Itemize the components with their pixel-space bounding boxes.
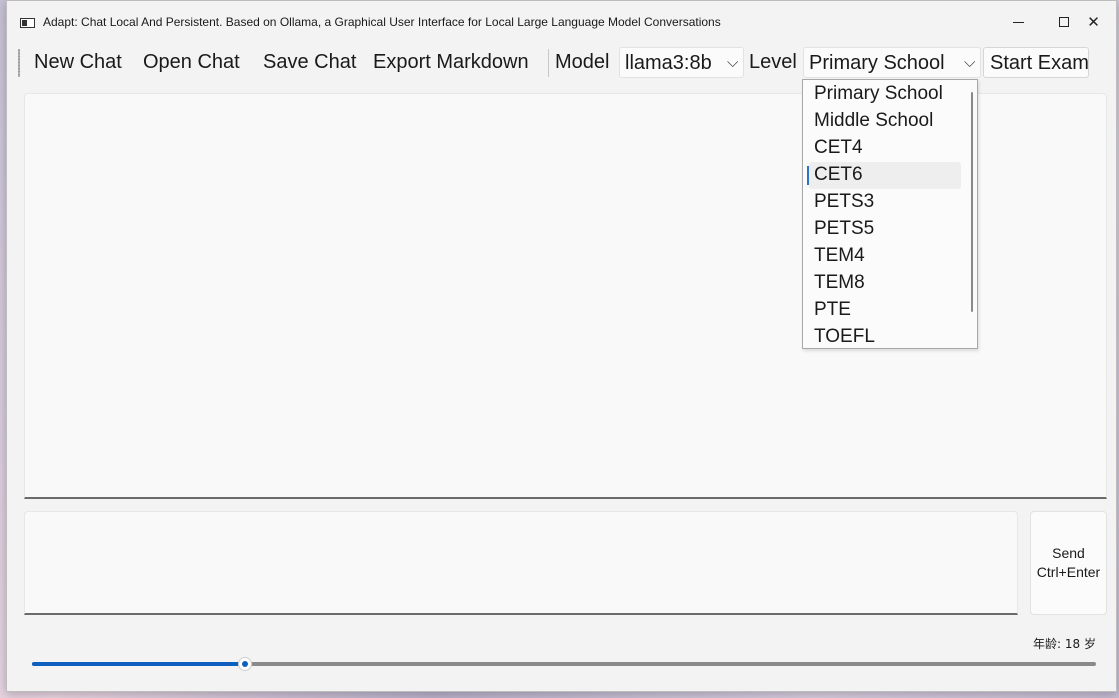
export-markdown-button[interactable]: Export Markdown (373, 50, 529, 74)
level-dropdown-list[interactable]: Primary School Middle School CET4 CET6 PETS3… (802, 79, 978, 349)
send-label: Send (1052, 545, 1085, 561)
age-slider-thumb[interactable] (237, 657, 252, 671)
send-shortcut-label: Ctrl+Enter (1036, 564, 1101, 580)
minimize-button[interactable] (995, 1, 1041, 43)
new-chat-button[interactable]: New Chat (34, 50, 122, 74)
toolbar: New Chat Open Chat Save Chat Export Mark… (7, 43, 1116, 81)
level-option[interactable]: TEM4 (809, 243, 961, 270)
model-select-value: llama3:8b (625, 52, 712, 74)
open-chat-button[interactable]: Open Chat (143, 50, 240, 74)
level-select-value: Primary School (809, 52, 945, 74)
toolbar-grip[interactable] (18, 49, 20, 77)
level-option[interactable]: CET4 (809, 135, 961, 162)
app-window: Adapt: Chat Local And Persistent. Based … (6, 0, 1117, 692)
age-slider[interactable] (32, 657, 1096, 671)
level-option[interactable]: PETS5 (809, 216, 961, 243)
maximize-icon (1059, 17, 1069, 27)
age-slider-fill (32, 662, 245, 666)
start-exam-button[interactable]: Start Exam (983, 47, 1089, 78)
level-option[interactable]: Middle School (809, 108, 961, 135)
level-option[interactable]: TEM8 (809, 270, 961, 297)
level-select[interactable]: Primary School ⌵ (803, 47, 981, 78)
chevron-down-icon: ⌵ (964, 54, 976, 71)
save-chat-button[interactable]: Save Chat (263, 50, 356, 74)
minimize-icon (1012, 21, 1024, 23)
dropdown-scrollbar[interactable] (971, 92, 973, 312)
level-option[interactable]: PTE (809, 297, 961, 324)
send-button[interactable]: Send Ctrl+Enter (1030, 511, 1107, 615)
level-option[interactable]: TOEFL (809, 324, 961, 351)
toolbar-separator (548, 49, 549, 77)
chevron-down-icon: ⌵ (727, 54, 739, 71)
age-label: 年龄: 18 岁 (1033, 637, 1096, 651)
level-option[interactable]: Primary School (809, 81, 961, 108)
level-option[interactable]: CET6 (807, 162, 961, 189)
message-input[interactable] (24, 511, 1018, 615)
close-icon: ✕ (1087, 13, 1100, 31)
app-window-icon (20, 18, 35, 28)
close-button[interactable]: ✕ (1071, 1, 1116, 43)
model-label: Model (555, 51, 610, 73)
title-bar[interactable]: Adapt: Chat Local And Persistent. Based … (7, 1, 1116, 43)
level-label: Level (749, 51, 797, 73)
start-exam-label: Start Exam (990, 52, 1089, 74)
level-option[interactable]: PETS3 (809, 189, 961, 216)
window-title: Adapt: Chat Local And Persistent. Based … (43, 15, 721, 29)
model-select[interactable]: llama3:8b ⌵ (619, 47, 744, 78)
